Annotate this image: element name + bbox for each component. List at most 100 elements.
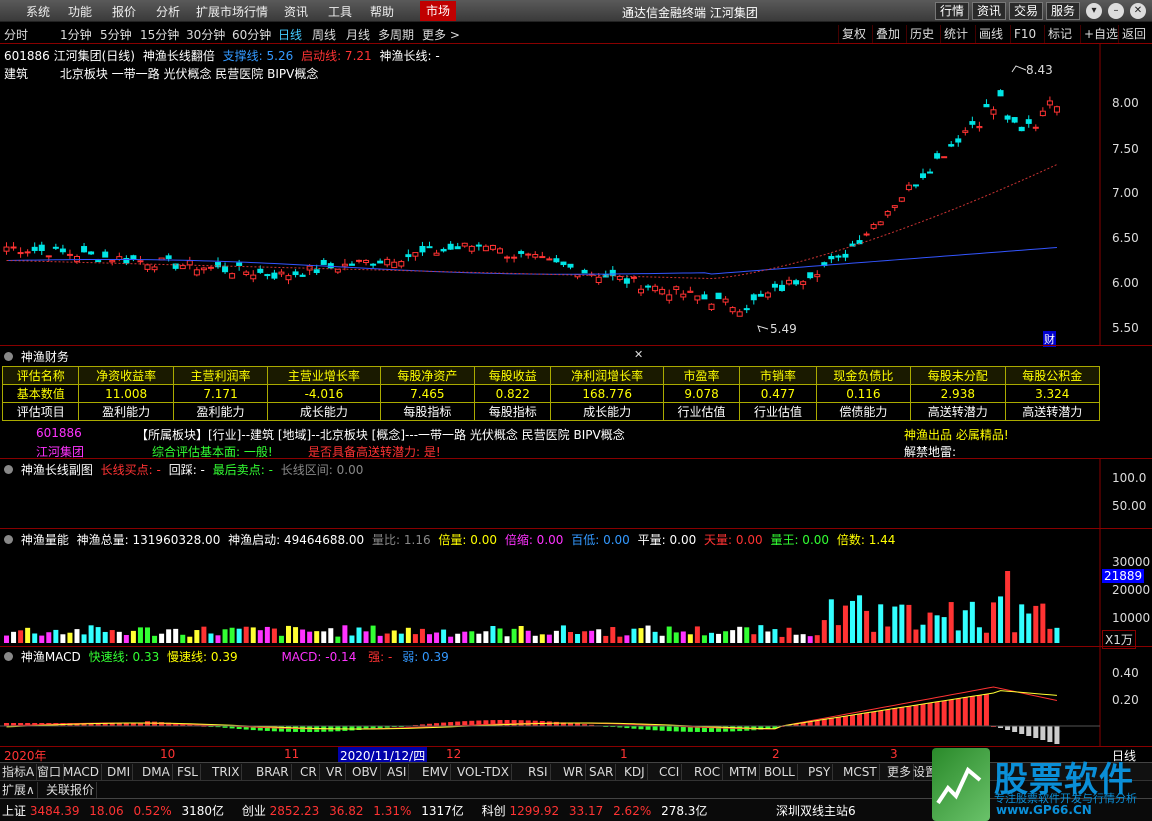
indicator-tab[interactable]: MACD (61, 764, 102, 780)
candlestick (398, 259, 405, 269)
indicator-tab[interactable]: RSI (526, 764, 551, 780)
indicator-tab[interactable]: EMV (420, 764, 452, 780)
period-daily[interactable]: 日线 (278, 26, 302, 43)
menu-news[interactable]: 资讯 (284, 3, 308, 20)
collapse-icon[interactable] (4, 352, 13, 361)
trade-button[interactable]: 交易 (1009, 2, 1044, 20)
period-weekly[interactable]: 周线 (312, 26, 336, 43)
period-1min[interactable]: 1分钟 (60, 26, 92, 43)
period-monthly[interactable]: 月线 (346, 26, 370, 43)
menu-extended-market[interactable]: 扩展市场行情 (196, 3, 268, 20)
macd-bar (659, 726, 665, 731)
indicator-tab[interactable]: VOL-TDX (455, 764, 512, 780)
indicator-tab[interactable]: ROC (692, 764, 724, 780)
indicator-tab[interactable]: 更多 (885, 764, 915, 780)
indicator-tab[interactable]: OBV (350, 764, 381, 780)
market-tab[interactable]: 市场 (420, 1, 456, 21)
indicator-tab[interactable]: CR (298, 764, 320, 780)
period-30min[interactable]: 30分钟 (186, 26, 225, 43)
minimize-icon[interactable]: – (1108, 3, 1124, 19)
finance-cell: 评估名称 (1, 366, 80, 385)
extend-tab[interactable]: 扩展∧ (0, 782, 38, 798)
kc-name[interactable]: 科创 (482, 804, 506, 818)
indicator-tab[interactable]: FSL (175, 764, 201, 780)
server-station[interactable]: 深圳双线主站6 (776, 802, 856, 819)
volume-bar (46, 632, 52, 643)
mark-button[interactable]: 标记 (1044, 25, 1075, 43)
period-more[interactable]: 更多 > (422, 26, 460, 43)
stats-button[interactable]: 统计 (940, 25, 971, 43)
volume-bar (525, 630, 531, 643)
volume-bar (187, 636, 193, 643)
menu-help[interactable]: 帮助 (370, 3, 394, 20)
macd-bar (349, 726, 355, 731)
menu-tools[interactable]: 工具 (328, 3, 352, 20)
period-multi[interactable]: 多周期 (378, 26, 414, 43)
candlestick (52, 243, 59, 251)
indicator-tab[interactable]: DMA (140, 764, 173, 780)
indicator-tab[interactable]: MCST (841, 764, 880, 780)
quote-button[interactable]: 行情 (935, 2, 970, 20)
finance-header-row: 评估名称 净资收益率 主营利润率 主营业增长率 每股净资产 每股收益 净利润增长率 市盈率 市销… (1, 366, 1100, 385)
main-chart-pane[interactable]: 601886 江河集团(日线) 神渔长线翻倍 支撑线: 5.26 启动线: 7.… (0, 44, 1152, 347)
candlestick (912, 184, 919, 189)
indicator-tab[interactable]: TRIX (210, 764, 243, 780)
candlestick (595, 273, 602, 285)
volume-bar (194, 630, 200, 643)
period-60min[interactable]: 60分钟 (232, 26, 271, 43)
menu-system[interactable]: 系统 (26, 3, 50, 20)
indicator-tab[interactable]: PSY (806, 764, 834, 780)
longline-subchart-pane[interactable]: 神渔长线副图 长线买点: - 回踩: - 最后卖点: - 长线区间: 0.00 … (0, 458, 1152, 529)
macd-bar (441, 722, 447, 726)
draw-line-button[interactable]: 画线 (975, 25, 1006, 43)
indicator-tab[interactable]: SAR (587, 764, 617, 780)
period-15min[interactable]: 15分钟 (140, 26, 179, 43)
f10-button[interactable]: F10 (1010, 25, 1039, 43)
volume-bar (913, 629, 919, 643)
candlestick (736, 309, 743, 317)
indicator-tab[interactable]: MTM (727, 764, 761, 780)
volume-bar (18, 630, 24, 643)
back-button[interactable]: 返回 (1118, 25, 1149, 43)
volume-bar (969, 601, 975, 643)
candlestick (193, 266, 200, 277)
indicator-tab[interactable]: 窗口 (35, 764, 65, 780)
service-button[interactable]: 服务 (1046, 2, 1081, 20)
history-button[interactable]: 历史 (906, 25, 937, 43)
indicator-tab[interactable]: 指标A (0, 764, 38, 780)
finance-pane-close-icon[interactable]: ✕ (634, 348, 643, 361)
candlestick (215, 257, 221, 269)
related-quote-tab[interactable]: 关联报价 (44, 782, 98, 798)
volume-bar (109, 630, 115, 643)
finance-title: 神渔财务 (20, 350, 69, 364)
volume-bar (934, 615, 940, 643)
overlay-button[interactable]: 叠加 (872, 25, 903, 43)
add-watchlist-button[interactable]: +自选 (1080, 25, 1121, 43)
indicator-tab[interactable]: VR (324, 764, 346, 780)
period-5min[interactable]: 5分钟 (100, 26, 132, 43)
indicator-tab[interactable]: DMI (105, 764, 134, 780)
menu-function[interactable]: 功能 (68, 3, 92, 20)
macd-pane[interactable]: 神渔MACD 快速线: 0.33 慢速线: 0.39 MACD: -0.14 强… (0, 646, 1152, 747)
menu-quote[interactable]: 报价 (112, 3, 136, 20)
indicator-tab[interactable]: KDJ (622, 764, 648, 780)
indicator-tab[interactable]: BRAR (254, 764, 292, 780)
volume-pane[interactable]: 神渔量能 神渔总量: 131960328.00 神渔启动: 49464688.0… (0, 528, 1152, 649)
macd-bar (1033, 726, 1039, 738)
indicator-tab[interactable]: BOLL (762, 764, 798, 780)
candlestick (412, 252, 419, 261)
indicator-tab[interactable]: ASI (385, 764, 410, 780)
indicator-tab[interactable]: CCI (657, 764, 683, 780)
macd-bar (652, 726, 658, 731)
sh-name[interactable]: 上证 (2, 804, 26, 818)
news-button[interactable]: 资讯 (972, 2, 1007, 20)
volume-bar (701, 635, 707, 643)
cy-name[interactable]: 创业 (242, 804, 266, 818)
indicator-tab[interactable]: WR (561, 764, 587, 780)
adjust-button[interactable]: 复权 (838, 25, 869, 43)
menu-analysis[interactable]: 分析 (156, 3, 180, 20)
candlestick (870, 222, 877, 230)
menu-icon[interactable]: ▾ (1086, 3, 1102, 19)
close-icon[interactable]: ✕ (1130, 3, 1146, 19)
period-tick[interactable]: 分时 (4, 26, 28, 43)
